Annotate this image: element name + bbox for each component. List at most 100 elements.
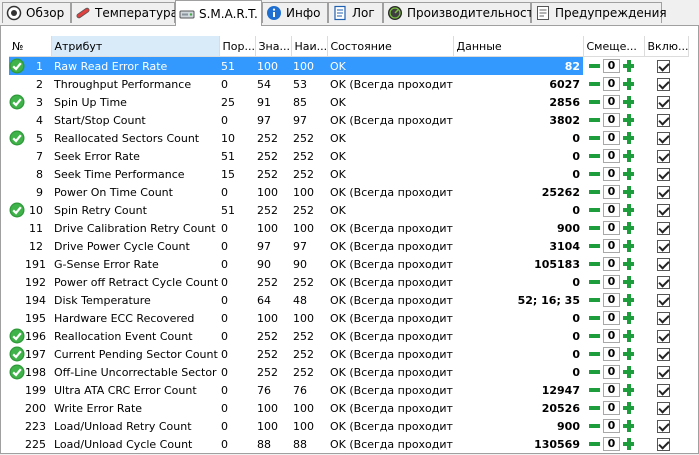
enabled-checkbox[interactable] bbox=[657, 311, 670, 325]
col-header-offset[interactable]: Смеще... bbox=[583, 36, 645, 57]
enabled-checkbox[interactable] bbox=[657, 239, 670, 253]
decrement-button[interactable] bbox=[588, 77, 601, 91]
offset-value[interactable]: 0 bbox=[603, 95, 620, 109]
decrement-button[interactable] bbox=[588, 221, 601, 235]
col-header-threshold[interactable]: Пор... bbox=[219, 36, 256, 57]
table-row[interactable]: 3 Spin Up Time 25 91 85 OK 2856 0 bbox=[9, 93, 688, 111]
col-header-attribute[interactable]: Атрибут bbox=[51, 36, 220, 57]
decrement-button[interactable] bbox=[588, 419, 601, 433]
col-header-enabled[interactable]: Вклю... bbox=[644, 36, 689, 57]
decrement-button[interactable] bbox=[588, 203, 601, 217]
decrement-button[interactable] bbox=[588, 293, 601, 307]
enabled-checkbox[interactable] bbox=[657, 329, 670, 343]
enabled-checkbox[interactable] bbox=[657, 131, 670, 145]
increment-button[interactable] bbox=[622, 275, 635, 289]
increment-button[interactable] bbox=[622, 131, 635, 145]
table-row[interactable]: 194 Disk Temperature 0 64 48 OK (Всегда прохо… bbox=[9, 291, 688, 309]
decrement-button[interactable] bbox=[588, 383, 601, 397]
offset-value[interactable]: 0 bbox=[603, 221, 620, 235]
enabled-checkbox[interactable] bbox=[657, 401, 670, 415]
increment-button[interactable] bbox=[622, 221, 635, 235]
increment-button[interactable] bbox=[622, 311, 635, 325]
enabled-checkbox[interactable] bbox=[657, 95, 670, 109]
enabled-checkbox[interactable] bbox=[657, 275, 670, 289]
offset-value[interactable]: 0 bbox=[603, 275, 620, 289]
increment-button[interactable] bbox=[622, 257, 635, 271]
enabled-checkbox[interactable] bbox=[657, 167, 670, 181]
offset-value[interactable]: 0 bbox=[603, 437, 620, 451]
table-row[interactable]: 5 Reallocated Sectors Count 10 252 252 OK 0 0 bbox=[9, 129, 688, 147]
offset-value[interactable]: 0 bbox=[603, 167, 620, 181]
table-row[interactable]: 1 Raw Read Error Rate 51 100 100 OK 82 0 bbox=[9, 56, 688, 75]
table-row[interactable]: 9 Power On Time Count 0 100 100 OK (Всегда пр… bbox=[9, 183, 688, 201]
tab-performance[interactable]: Производительность bbox=[383, 2, 541, 23]
tab-overview[interactable]: Обзор bbox=[2, 2, 71, 23]
table-row[interactable]: 197 Current Pending Sector Count 0 252 252 OK… bbox=[9, 345, 688, 363]
offset-value[interactable]: 0 bbox=[603, 203, 620, 217]
enabled-checkbox[interactable] bbox=[657, 149, 670, 163]
table-row[interactable]: 196 Reallocation Event Count 0 252 252 OK (Вс… bbox=[9, 327, 688, 345]
offset-value[interactable]: 0 bbox=[603, 419, 620, 433]
increment-button[interactable] bbox=[622, 203, 635, 217]
offset-value[interactable]: 0 bbox=[603, 401, 620, 415]
increment-button[interactable] bbox=[622, 437, 635, 451]
increment-button[interactable] bbox=[622, 419, 635, 433]
enabled-checkbox[interactable] bbox=[657, 257, 670, 271]
enabled-checkbox[interactable] bbox=[657, 113, 670, 127]
table-row[interactable]: 8 Seek Time Performance 15 252 252 OK 0 0 bbox=[9, 165, 688, 183]
decrement-button[interactable] bbox=[588, 257, 601, 271]
decrement-button[interactable] bbox=[588, 149, 601, 163]
offset-value[interactable]: 0 bbox=[603, 383, 620, 397]
col-header-data[interactable]: Данные bbox=[453, 36, 584, 57]
offset-value[interactable]: 0 bbox=[603, 113, 620, 127]
offset-value[interactable]: 0 bbox=[603, 293, 620, 307]
offset-value[interactable]: 0 bbox=[603, 185, 620, 199]
offset-value[interactable]: 0 bbox=[603, 131, 620, 145]
col-header-value[interactable]: Зна... bbox=[255, 36, 292, 57]
increment-button[interactable] bbox=[622, 95, 635, 109]
enabled-checkbox[interactable] bbox=[657, 365, 670, 379]
offset-value[interactable]: 0 bbox=[603, 239, 620, 253]
decrement-button[interactable] bbox=[588, 185, 601, 199]
increment-button[interactable] bbox=[622, 167, 635, 181]
enabled-checkbox[interactable] bbox=[657, 293, 670, 307]
enabled-checkbox[interactable] bbox=[657, 383, 670, 397]
col-header-state[interactable]: Состояние bbox=[327, 36, 454, 57]
offset-value[interactable]: 0 bbox=[603, 257, 620, 271]
enabled-checkbox[interactable] bbox=[657, 203, 670, 217]
table-row[interactable]: 12 Drive Power Cycle Count 0 97 97 OK (Всегда… bbox=[9, 237, 688, 255]
table-row[interactable]: 199 Ultra ATA CRC Error Count 0 76 76 OK (Все… bbox=[9, 381, 688, 399]
tab-log[interactable]: Лог bbox=[328, 2, 383, 23]
enabled-checkbox[interactable] bbox=[657, 221, 670, 235]
offset-value[interactable]: 0 bbox=[603, 329, 620, 343]
tab-temperature[interactable]: Температура bbox=[71, 2, 178, 23]
offset-value[interactable]: 0 bbox=[603, 347, 620, 361]
table-row[interactable]: 225 Load/Unload Cycle Count 0 88 88 OK (Всегд… bbox=[9, 435, 688, 453]
increment-button[interactable] bbox=[622, 365, 635, 379]
col-header-num[interactable]: № bbox=[9, 36, 52, 57]
increment-button[interactable] bbox=[622, 401, 635, 415]
increment-button[interactable] bbox=[622, 239, 635, 253]
increment-button[interactable] bbox=[622, 329, 635, 343]
decrement-button[interactable] bbox=[588, 167, 601, 181]
enabled-checkbox[interactable] bbox=[657, 77, 670, 91]
offset-value[interactable]: 0 bbox=[603, 149, 620, 163]
increment-button[interactable] bbox=[622, 185, 635, 199]
table-row[interactable]: 11 Drive Calibration Retry Count 0 100 100 OK… bbox=[9, 219, 688, 237]
enabled-checkbox[interactable] bbox=[657, 419, 670, 433]
increment-button[interactable] bbox=[622, 149, 635, 163]
enabled-checkbox[interactable] bbox=[657, 185, 670, 199]
decrement-button[interactable] bbox=[588, 275, 601, 289]
decrement-button[interactable] bbox=[588, 437, 601, 451]
increment-button[interactable] bbox=[622, 293, 635, 307]
table-row[interactable]: 223 Load/Unload Retry Count 0 100 100 OK (Все… bbox=[9, 417, 688, 435]
enabled-checkbox[interactable] bbox=[657, 437, 670, 451]
table-row[interactable]: 191 G-Sense Error Rate 0 90 90 OK (Всегда про… bbox=[9, 255, 688, 273]
table-row[interactable]: 4 Start/Stop Count 0 97 97 OK (Всегда проходи… bbox=[9, 111, 688, 129]
table-row[interactable]: 192 Power off Retract Cycle Count 0 252 252 O… bbox=[9, 273, 688, 291]
offset-value[interactable]: 0 bbox=[603, 311, 620, 325]
table-row[interactable]: 7 Seek Error Rate 51 252 252 OK 0 0 bbox=[9, 147, 688, 165]
decrement-button[interactable] bbox=[588, 239, 601, 253]
decrement-button[interactable] bbox=[588, 329, 601, 343]
decrement-button[interactable] bbox=[588, 131, 601, 145]
